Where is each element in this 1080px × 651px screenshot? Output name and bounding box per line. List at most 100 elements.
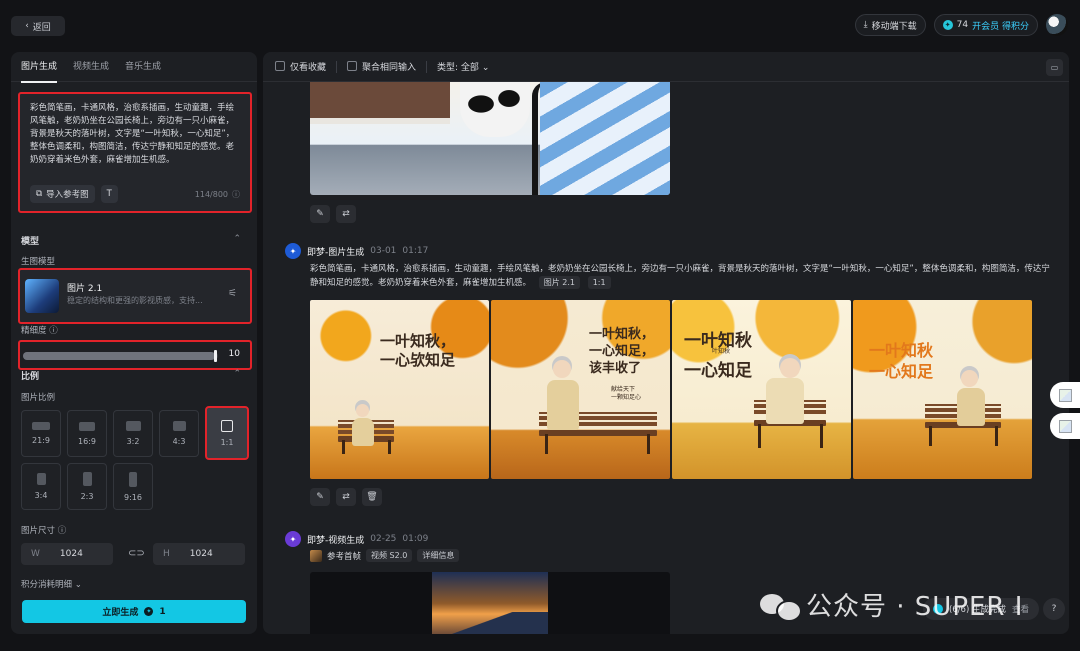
fineness-label: 精细度 ⓘ bbox=[21, 326, 58, 336]
filter-bar: 仅看收藏 聚合相同输入 类型: 全部 ⌄ ▭ bbox=[263, 52, 1069, 82]
wechat-logo-icon bbox=[760, 590, 802, 622]
entry-prompt: 彩色简笔画，卡通风格，治愈系插画，生动童趣，手绘风笔触，老奶奶坐在公园长椅上，旁… bbox=[310, 264, 1050, 289]
user-avatar[interactable] bbox=[1046, 14, 1068, 36]
ratio-option-3-2[interactable]: 3:2 bbox=[113, 410, 153, 457]
image-size-label: 图片尺寸 ⓘ bbox=[21, 526, 67, 536]
results-feed: 仅看收藏 聚合相同输入 类型: 全部 ⌄ ▭ ✎ ⇄ ✦ 即梦-图片生成 03-… bbox=[263, 52, 1069, 634]
video-preview[interactable] bbox=[310, 572, 670, 634]
ratio-shape-icon bbox=[79, 421, 95, 431]
import-reference-button[interactable]: ⧉ 导入参考图 bbox=[30, 185, 95, 203]
slider-track[interactable] bbox=[23, 350, 218, 362]
favorites-only-checkbox[interactable]: 仅看收藏 bbox=[275, 60, 326, 73]
generated-image-4[interactable]: 一叶知秋 一心知足 bbox=[853, 300, 1032, 479]
slider-handle[interactable] bbox=[214, 350, 217, 362]
folder-icon[interactable]: ▭ bbox=[1046, 59, 1063, 76]
ratio-option-9-16[interactable]: 9:16 bbox=[113, 463, 153, 510]
credit-count: 74 bbox=[956, 20, 969, 30]
merge-same-input-checkbox[interactable]: 聚合相同输入 bbox=[347, 60, 416, 73]
ratio-shape-icon bbox=[32, 422, 50, 430]
tab-image-generation[interactable]: 图片生成 bbox=[21, 61, 58, 83]
ratio-option-3-4[interactable]: 3:4 bbox=[21, 463, 61, 510]
chevron-up-icon[interactable]: ⌃ bbox=[233, 234, 241, 244]
reference-thumbnail bbox=[310, 549, 322, 562]
generated-image-3[interactable]: 一叶知秋 一心知足 叶知秋 bbox=[672, 300, 851, 479]
download-icon: ⤓ bbox=[863, 20, 868, 30]
model-selector[interactable]: 图片 2.1 稳定的结构和更强的影视质感，支持... ⚟ bbox=[18, 268, 252, 324]
ratio-shape-icon bbox=[172, 421, 186, 431]
reference-frame-label: 参考首帧 bbox=[327, 551, 362, 562]
entry-title: 即梦-图片生成 bbox=[307, 247, 365, 258]
mobile-download-button[interactable]: ⤓ 移动端下载 bbox=[854, 14, 926, 36]
membership-link[interactable]: 开会员 得积分 bbox=[972, 19, 1029, 32]
floating-side-button[interactable] bbox=[1050, 413, 1080, 439]
char-counter: 114/800 ⓘ bbox=[194, 189, 240, 200]
floating-side-button[interactable] bbox=[1050, 382, 1080, 408]
generated-image-2[interactable]: 一叶知秋， 一心知足， 该丰收了 献给天下 一颗知足心 bbox=[491, 300, 670, 479]
cost-details-toggle[interactable]: 积分消耗明细 ⌄ bbox=[21, 578, 82, 590]
entry-header: ✦ 即梦-图片生成 03-01 01:17 bbox=[285, 243, 428, 259]
link-icon[interactable]: ⊂⊃ bbox=[128, 548, 145, 559]
text-format-button[interactable]: T bbox=[100, 185, 118, 203]
generated-image-1[interactable]: 一叶知秋， 一心欤知足 bbox=[310, 300, 489, 479]
model-tag[interactable]: 图片 2.1 bbox=[538, 276, 580, 289]
chevron-down-icon: ⌄ bbox=[481, 63, 490, 73]
entry-time: 01:09 bbox=[402, 534, 429, 544]
info-icon[interactable]: ⓘ bbox=[49, 326, 58, 336]
trash-icon[interactable]: 🗑 bbox=[362, 488, 382, 506]
chevron-left-icon: ‹ bbox=[25, 21, 29, 31]
info-icon[interactable]: ⓘ bbox=[232, 189, 240, 200]
ratio-option-1-1[interactable]: 1:1 bbox=[205, 406, 249, 460]
edit-icon[interactable]: ✎ bbox=[310, 205, 330, 223]
prompt-text[interactable]: 彩色简笔画，卡通风格，治愈系插画，生动童趣，手绘风笔触，老奶奶坐在公园长椅上，旁… bbox=[20, 94, 250, 168]
text-format-icon: T bbox=[106, 189, 112, 199]
ratio-option-21-9[interactable]: 21:9 bbox=[21, 410, 61, 457]
type-filter-dropdown[interactable]: 类型: 全部 ⌄ bbox=[437, 60, 489, 73]
height-input[interactable]: H 1024 bbox=[153, 543, 245, 565]
image-ratio-label: 图片比例 bbox=[21, 393, 56, 403]
entry-date: 03-01 bbox=[370, 246, 397, 256]
generation-tabs: 图片生成 视频生成 音乐生成 bbox=[11, 52, 257, 83]
info-icon[interactable]: ⓘ bbox=[58, 526, 67, 536]
regenerate-icon[interactable]: ⇄ bbox=[336, 488, 356, 506]
regenerate-icon[interactable]: ⇄ bbox=[336, 205, 356, 223]
tab-music-generation[interactable]: 音乐生成 bbox=[125, 61, 161, 82]
chevron-up-icon[interactable]: ⌃ bbox=[233, 369, 241, 379]
ratio-tag[interactable]: 1:1 bbox=[587, 276, 611, 289]
model-description: 稳定的结构和更强的影视质感，支持... bbox=[67, 296, 203, 305]
prompt-tools: ⧉ 导入参考图 T bbox=[30, 185, 118, 203]
slider-fill bbox=[23, 352, 215, 360]
entry-time: 01:17 bbox=[402, 246, 429, 256]
ratio-option-2-3[interactable]: 2:3 bbox=[67, 463, 107, 510]
image-size-row: W 1024 ⊂⊃ H 1024 bbox=[21, 543, 247, 565]
credits-pill[interactable]: ✦ 74 开会员 得积分 bbox=[933, 14, 1038, 36]
model-thumbnail bbox=[25, 279, 59, 313]
fineness-value: 10 bbox=[228, 349, 240, 359]
ratio-shape-icon bbox=[36, 473, 46, 485]
model-name: 图片 2.1 bbox=[67, 284, 103, 294]
video-model-tag[interactable]: 视频 S2.0 bbox=[366, 549, 413, 562]
ratio-shape-icon bbox=[129, 471, 137, 487]
generate-button[interactable]: 立即生成 ✦ 1 bbox=[22, 600, 246, 623]
entry-header: ✦ 即梦-视频生成 02-25 01:09 bbox=[285, 531, 428, 547]
previous-result-image[interactable] bbox=[310, 82, 670, 195]
dreamina-logo-icon: ✦ bbox=[285, 531, 301, 547]
width-input[interactable]: W 1024 bbox=[21, 543, 113, 565]
ratio-option-4-3[interactable]: 4:3 bbox=[159, 410, 199, 457]
help-button[interactable]: ? bbox=[1043, 598, 1065, 620]
edit-icon[interactable]: ✎ bbox=[310, 488, 330, 506]
ratio-shape-icon bbox=[221, 419, 233, 432]
details-tag[interactable]: 详细信息 bbox=[417, 549, 460, 562]
entry-date: 02-25 bbox=[370, 534, 397, 544]
ratio-option-16-9[interactable]: 16:9 bbox=[67, 410, 107, 457]
credit-coin-icon: ✦ bbox=[942, 20, 953, 30]
back-label: 返回 bbox=[32, 22, 51, 33]
dreamina-logo-icon: ✦ bbox=[285, 243, 301, 259]
sliders-icon[interactable]: ⚟ bbox=[228, 288, 240, 300]
tab-video-generation[interactable]: 视频生成 bbox=[73, 61, 109, 82]
back-button[interactable]: ‹ 返回 bbox=[11, 16, 65, 36]
top-right-actions: ⤓ 移动端下载 ✦ 74 开会员 得积分 bbox=[854, 14, 1068, 36]
fineness-slider[interactable]: 10 bbox=[18, 340, 252, 370]
top-bar: ‹ 返回 ⤓ 移动端下载 ✦ 74 开会员 得积分 bbox=[0, 0, 1080, 52]
prompt-input[interactable]: 彩色简笔画，卡通风格，治愈系插画，生动童趣，手绘风笔触，老奶奶坐在公园长椅上，旁… bbox=[18, 92, 252, 213]
ratio-section-title: 比例 bbox=[21, 372, 40, 382]
